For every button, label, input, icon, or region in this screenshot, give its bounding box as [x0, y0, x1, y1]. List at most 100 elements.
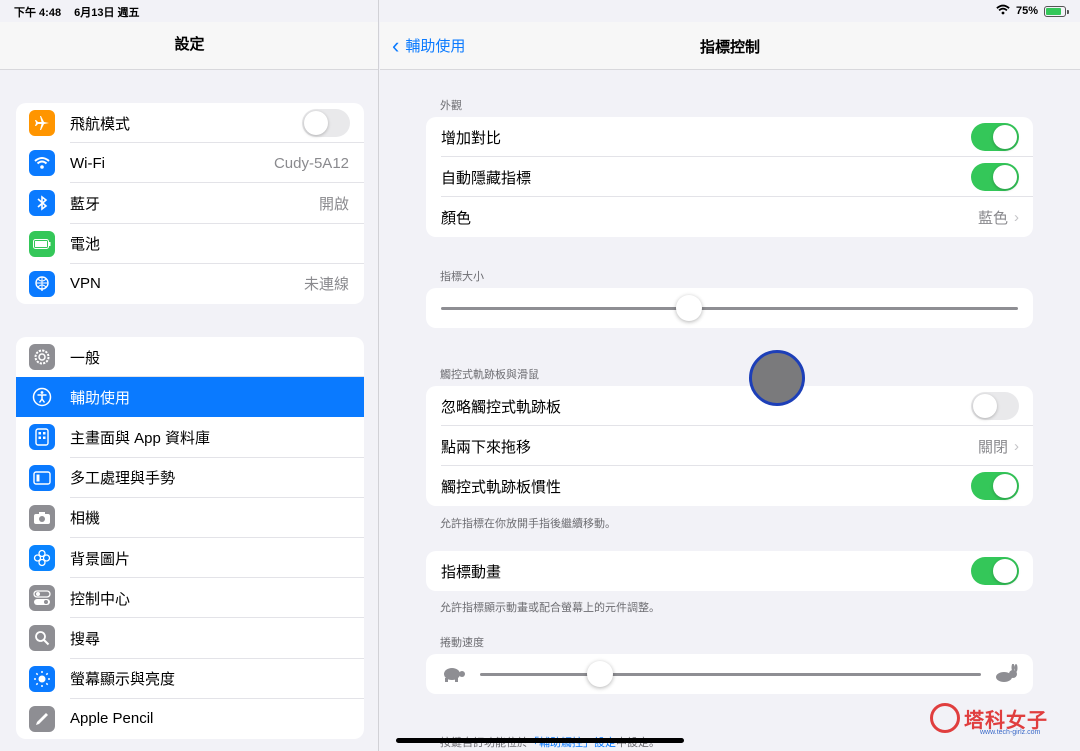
wifi-network-value: Cudy-5A12 [273, 154, 349, 172]
watermark-url: www.tech-girlz.com [980, 729, 1041, 736]
watermark: 塔科女子 www.tech-girlz.com [930, 703, 1048, 736]
airplane-mode-toggle[interactable] [302, 109, 350, 138]
wifi-status-icon [996, 4, 1010, 18]
wifi-icon [29, 150, 55, 177]
sidebar-item-battery[interactable]: 電池 [16, 224, 364, 264]
sidebar-item-accessibility[interactable]: 輔助使用 [16, 377, 364, 418]
sidebar-item-label: 輔助使用 [70, 389, 131, 407]
sidebar-item-label: 電池 [70, 236, 101, 254]
sidebar-item-display-brightness[interactable]: 螢幕顯示與亮度 [16, 659, 364, 699]
auto-hide-pointer-toggle[interactable] [971, 163, 1019, 191]
increase-contrast-toggle[interactable] [971, 123, 1019, 151]
color-value: 藍色 [977, 209, 1008, 227]
navigation-bar: ‹ 輔助使用 指標控制 [380, 22, 1080, 70]
sidebar-group-connectivity: 飛航模式 Wi-Fi Cudy-5A12 藍牙 開啟 電池 VPN 未連線 [16, 103, 364, 304]
search-icon [29, 625, 55, 652]
sidebar-item-label: VPN [70, 275, 101, 293]
accessibility-icon [29, 384, 55, 410]
status-date: 6月13日 週五 [74, 7, 140, 19]
increase-contrast-row: 增加對比 [426, 117, 1033, 157]
pointer-size-slider-knob[interactable] [676, 295, 703, 321]
sidebar-item-control-center[interactable]: 控制中心 [16, 578, 364, 619]
sidebar-item-label: 飛航模式 [70, 115, 131, 133]
auto-hide-pointer-row: 自動隱藏指標 [426, 157, 1033, 197]
page-title: 指標控制 [699, 39, 760, 56]
sidebar-item-label: 控制中心 [70, 590, 131, 608]
sidebar-item-label: 搜尋 [70, 630, 101, 648]
trackpad-group: 忽略觸控式軌跡板 點兩下來拖移 關閉 › 觸控式軌跡板慣性 [426, 386, 1033, 506]
battery-percent: 75% [1015, 5, 1038, 17]
pencil-icon [29, 705, 55, 732]
section-header-pointer-size: 指標大小 [440, 271, 484, 283]
sidebar-item-bluetooth[interactable]: 藍牙 開啟 [16, 183, 364, 224]
vpn-status-value: 未連線 [303, 276, 349, 294]
multitasking-icon [29, 464, 55, 491]
row-label: 觸控式軌跡板慣性 [441, 478, 562, 496]
sidebar-item-label: 一般 [70, 349, 101, 367]
gear-icon [29, 344, 55, 371]
sidebar-item-home-screen[interactable]: 主畫面與 App 資料庫 [16, 417, 364, 458]
row-label: 指標動畫 [441, 563, 502, 581]
scroll-speed-slider-track[interactable] [480, 673, 981, 676]
pointer-animation-row: 指標動畫 [426, 551, 1033, 591]
section-header-appearance: 外觀 [440, 100, 462, 112]
watermark-logo-icon [930, 703, 960, 733]
appearance-group: 增加對比 自動隱藏指標 顏色 藍色 › [426, 117, 1033, 237]
sidebar-item-label: 螢幕顯示與亮度 [70, 671, 176, 689]
rabbit-icon [994, 663, 1020, 689]
sidebar-item-wifi[interactable]: Wi-Fi Cudy-5A12 [16, 143, 364, 184]
camera-icon [29, 504, 55, 531]
section-header-scroll-speed: 捲動速度 [440, 637, 484, 649]
sidebar-item-label: 主畫面與 App 資料庫 [70, 429, 211, 447]
trackpad-inertia-row: 觸控式軌跡板慣性 [426, 466, 1033, 506]
scroll-speed-slider-knob[interactable] [587, 661, 614, 687]
chevron-right-icon: › [1014, 208, 1019, 226]
sidebar-item-label: 多工處理與手勢 [70, 470, 176, 488]
sidebar-item-airplane-mode[interactable]: 飛航模式 [16, 103, 364, 144]
sidebar-item-multitasking[interactable]: 多工處理與手勢 [16, 458, 364, 498]
color-row[interactable]: 顏色 藍色 › [426, 197, 1033, 237]
chevron-right-icon: › [1014, 437, 1019, 455]
sidebar-item-label: Apple Pencil [70, 710, 154, 728]
pointer-animation-toggle[interactable] [971, 557, 1019, 585]
sidebar-item-wallpaper[interactable]: 背景圖片 [16, 538, 364, 579]
sidebar-title: 設定 [0, 22, 378, 70]
battery-status-icon [1044, 5, 1069, 17]
pointer-cursor [749, 350, 805, 406]
row-label: 忽略觸控式軌跡板 [441, 398, 562, 416]
section-header-trackpad: 觸控式軌跡板與滑鼠 [440, 369, 539, 381]
sidebar-item-label: Wi-Fi [70, 154, 105, 172]
ignore-trackpad-toggle[interactable] [971, 392, 1019, 420]
trackpad-inertia-toggle[interactable] [971, 472, 1019, 500]
sidebar: 設定 飛航模式 Wi-Fi Cudy-5A12 藍牙 開啟 電池 VPN 未連線… [0, 0, 379, 751]
status-time: 下午 4:48 [14, 7, 62, 19]
home-screen-icon [29, 424, 55, 451]
battery-icon [29, 230, 55, 257]
home-indicator[interactable] [396, 738, 684, 743]
row-label: 增加對比 [441, 129, 502, 147]
sidebar-group-system: 一般 輔助使用 主畫面與 App 資料庫 多工處理與手勢 相機 背景圖片 控制中… [16, 337, 364, 739]
sidebar-item-apple-pencil[interactable]: Apple Pencil [16, 699, 364, 739]
vpn-icon [29, 270, 55, 297]
sidebar-item-camera[interactable]: 相機 [16, 498, 364, 539]
control-center-icon [29, 585, 55, 612]
row-label: 自動隱藏指標 [441, 169, 532, 187]
scroll-speed-group [426, 654, 1033, 694]
row-label: 點兩下來拖移 [441, 438, 532, 456]
airplane-icon [29, 110, 55, 137]
ignore-trackpad-row: 忽略觸控式軌跡板 [426, 386, 1033, 426]
pointer-size-slider-track[interactable] [441, 307, 1018, 310]
sidebar-item-vpn[interactable]: VPN 未連線 [16, 264, 364, 304]
pointer-size-group [426, 288, 1033, 328]
pointer-animation-group: 指標動畫 [426, 551, 1033, 591]
sidebar-item-search[interactable]: 搜尋 [16, 618, 364, 659]
row-label: 顏色 [441, 209, 472, 227]
sidebar-item-general[interactable]: 一般 [16, 337, 364, 378]
bluetooth-icon [29, 190, 55, 217]
sidebar-item-label: 背景圖片 [70, 550, 131, 568]
status-bar: 下午 4:48 6月13日 週五 75% [0, 0, 1080, 22]
wallpaper-icon [29, 545, 55, 572]
double-tap-drag-row[interactable]: 點兩下來拖移 關閉 › [426, 426, 1033, 466]
sidebar-item-label: 相機 [70, 510, 101, 528]
trackpad-footnote: 允許指標在你放開手指後繼續移動。 [440, 518, 616, 530]
